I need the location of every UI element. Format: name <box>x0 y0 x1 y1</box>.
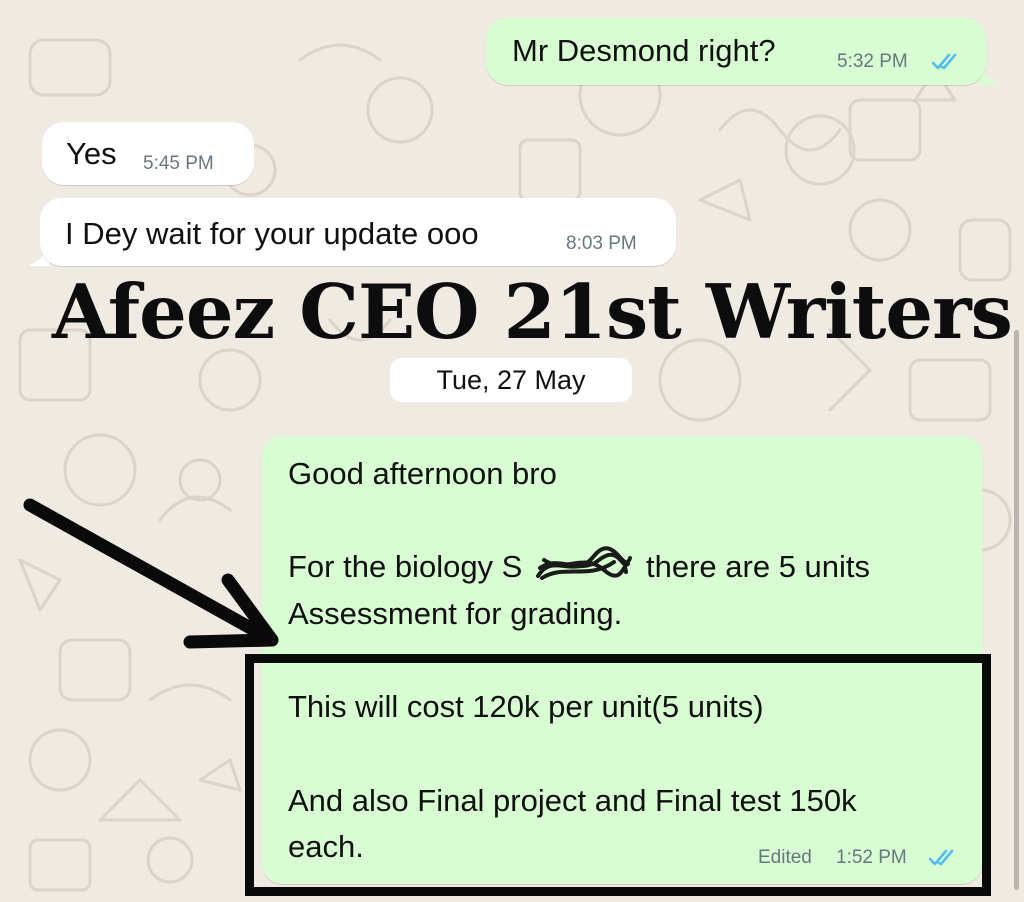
annotation-arrow-icon <box>23 498 279 649</box>
